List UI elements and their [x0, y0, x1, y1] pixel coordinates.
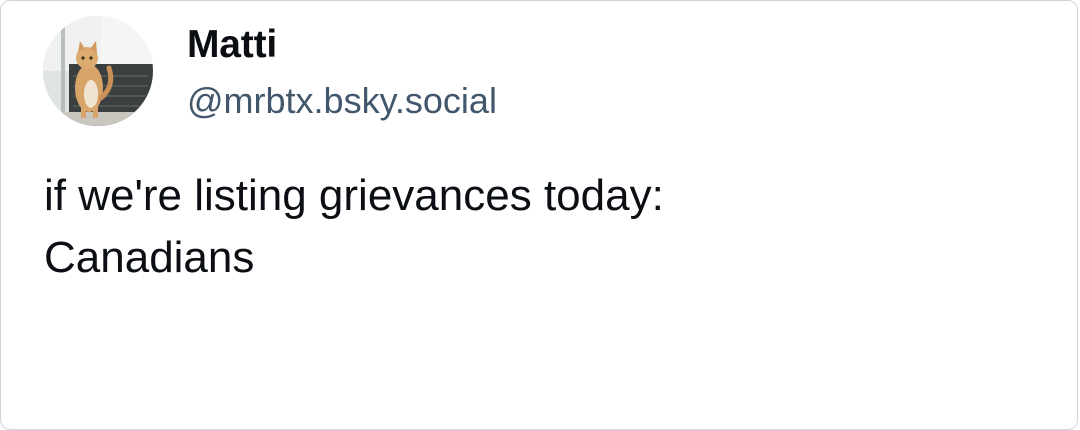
- post-body: if we're listing grievances today: Canad…: [44, 165, 1044, 289]
- post-text-line: if we're listing grievances today:: [44, 171, 664, 220]
- post-card: Matti @mrbtx.bsky.social if we're listin…: [0, 0, 1078, 430]
- cat-avatar-icon: [43, 16, 153, 126]
- author-handle[interactable]: @mrbtx.bsky.social: [187, 78, 497, 124]
- author-display-name[interactable]: Matti: [187, 21, 277, 69]
- post-text-line: Canadians: [44, 233, 255, 282]
- author-avatar[interactable]: [43, 16, 153, 126]
